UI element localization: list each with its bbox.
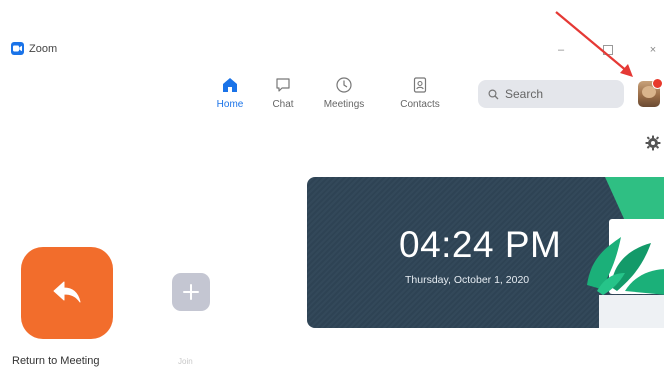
return-to-meeting-button[interactable] [21,247,113,339]
avatar[interactable] [638,78,663,107]
tab-chat[interactable]: Chat [253,74,313,110]
red-arrow-icon [555,11,633,77]
join-tile[interactable] [172,273,210,311]
close-button[interactable]: × [642,39,664,61]
search-box[interactable] [478,80,624,108]
plant-illustration-icon [587,177,664,328]
contacts-icon [390,74,450,96]
join-label: Join [178,357,193,366]
close-icon: × [649,44,657,56]
join-button[interactable] [172,273,210,311]
chat-icon [253,74,313,96]
gear-icon [645,135,661,151]
tab-home[interactable]: Home [200,74,260,110]
search-icon [488,88,499,100]
tab-chat-label: Chat [272,99,294,110]
home-icon [200,74,260,96]
tab-meetings-label: Meetings [323,99,365,110]
plus-icon [183,284,199,300]
clock-time: 04:24 PM [399,224,562,265]
notification-badge [652,78,663,89]
return-to-meeting-tile[interactable] [21,247,113,339]
clock-card: 04:24 PM Thursday, October 1, 2020 [307,177,664,328]
tab-meetings[interactable]: Meetings [314,74,374,110]
reply-arrow-icon [53,281,81,303]
zoom-logo-icon [11,42,24,55]
return-to-meeting-label: Return to Meeting [12,355,100,367]
app-title: Zoom [29,43,58,55]
tab-contacts[interactable]: Contacts [390,74,450,110]
search-input[interactable] [505,87,605,101]
tab-contacts-label: Contacts [400,99,440,110]
settings-button[interactable] [645,135,661,156]
clock-icon [314,74,374,96]
tab-home-label: Home [216,99,244,110]
clock-date: Thursday, October 1, 2020 [405,274,530,286]
